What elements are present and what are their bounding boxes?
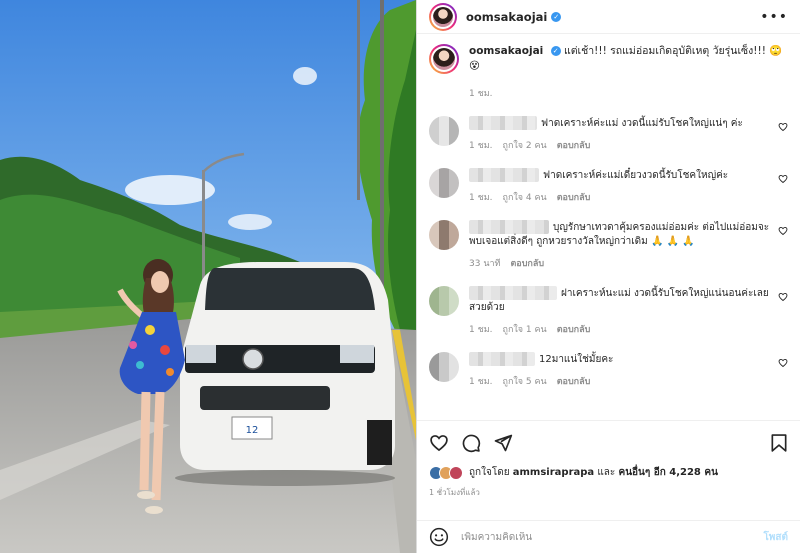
post-details-panel: oomsakaojai ✓ ••• oomsakaojai ✓ แต่เช้า!… [416, 0, 800, 553]
author-avatar[interactable] [429, 2, 457, 31]
comment-like-count[interactable]: ถูกใจ 2 คน [503, 138, 547, 152]
emoji-icon[interactable] [429, 527, 449, 547]
commenter-avatar[interactable] [429, 352, 459, 382]
share-send-icon[interactable] [493, 433, 513, 453]
likes-others-count[interactable]: คนอื่นๆ อีก 4,228 คน [619, 465, 718, 480]
commenter-avatar[interactable] [429, 286, 459, 316]
comment-item: ฟาดเคราะห์ค่ะแม่ งวดนี้แม่รับโชคใหญ่แน่ๆ… [429, 116, 788, 152]
more-options-icon[interactable]: ••• [760, 9, 788, 25]
commenter-username-blurred[interactable] [469, 286, 557, 300]
comment-list: ฟาดเคราะห์ค่ะแม่ งวดนี้แม่รับโชคใหญ่แน่ๆ… [429, 116, 788, 388]
comment-timestamp[interactable]: 1 ชม. [469, 374, 493, 388]
comment-input[interactable] [461, 531, 764, 543]
post-header: oomsakaojai ✓ ••• [417, 0, 800, 34]
comment-item: บุญรักษาเทวดาคุ้มครองแม่อ่อมค่ะ ต่อไปแม่… [429, 220, 788, 270]
comment-like-heart-icon[interactable] [778, 226, 788, 236]
caption-username[interactable]: oomsakaojai [469, 45, 543, 57]
instagram-post-modal: 12 oomsakaojai ✓ ••• oomsakaojai ✓ แต่เช… [0, 0, 800, 553]
comment-like-heart-icon[interactable] [778, 358, 788, 368]
comment-timestamp[interactable]: 33 นาที [469, 256, 500, 270]
comment-like-heart-icon[interactable] [778, 174, 788, 184]
post-comment-button[interactable]: โพสต์ [763, 530, 788, 545]
liker-username[interactable]: ammsiraprapa [513, 467, 594, 478]
comment-like-count[interactable]: ถูกใจ 4 คน [503, 190, 547, 204]
post-photo[interactable]: 12 [0, 0, 416, 553]
reply-button[interactable]: ตอบกลับ [557, 322, 591, 336]
caption-timestamp: 1 ชม. [469, 89, 493, 99]
verified-badge-icon: ✓ [551, 11, 562, 22]
reply-button[interactable]: ตอบกลับ [557, 138, 591, 152]
commenter-avatar[interactable] [429, 168, 459, 198]
reply-button[interactable]: ตอบกลับ [557, 374, 591, 388]
comment-like-count[interactable]: ถูกใจ 1 คน [503, 322, 547, 336]
liker-avatar[interactable] [449, 465, 463, 480]
commenter-username-blurred[interactable] [469, 220, 549, 234]
comment-text: 12มาแน่ใช่มั้ยคะ [539, 354, 614, 365]
comment-text: ฟาดเคราะห์ค่ะแม่ งวดนี้แม่รับโชคใหญ่แน่ๆ… [541, 118, 743, 129]
likes-prefix: ถูกใจโดย [469, 467, 510, 478]
license-plate-number: 12 [246, 425, 259, 436]
post-caption: oomsakaojai ✓ แต่เช้า!!! รถแม่อ่อมเกิดอุ… [429, 44, 788, 74]
comment-like-count[interactable]: ถูกใจ 5 คน [503, 374, 547, 388]
like-heart-icon[interactable] [429, 433, 449, 453]
comment-like-heart-icon[interactable] [778, 292, 788, 302]
likes-and: และ [597, 467, 616, 478]
post-timestamp[interactable]: 1 ชั่วโมงที่แล้ว [429, 486, 788, 499]
commenter-username-blurred[interactable] [469, 352, 535, 366]
reply-button[interactable]: ตอบกลับ [557, 190, 591, 204]
comment-timestamp[interactable]: 1 ชม. [469, 138, 493, 152]
commenter-avatar[interactable] [429, 116, 459, 146]
reply-button[interactable]: ตอบกลับ [510, 256, 544, 270]
bookmark-save-icon[interactable] [770, 433, 788, 453]
commenter-username-blurred[interactable] [469, 168, 539, 182]
likes-summary: ถูกใจโดย ammsiraprapa และ คนอื่นๆ อีก 4,… [429, 465, 788, 480]
comment-timestamp[interactable]: 1 ชม. [469, 322, 493, 336]
caption-author-avatar[interactable] [429, 44, 459, 74]
comments-section[interactable]: oomsakaojai ✓ แต่เช้า!!! รถแม่อ่อมเกิดอุ… [417, 34, 800, 420]
post-actions: ถูกใจโดย ammsiraprapa และ คนอื่นๆ อีก 4,… [417, 420, 800, 533]
comment-bubble-icon[interactable] [461, 433, 481, 453]
commenter-username-blurred[interactable] [469, 116, 537, 130]
verified-badge-icon: ✓ [550, 46, 561, 56]
comment-like-heart-icon[interactable] [778, 122, 788, 132]
author-username[interactable]: oomsakaojai [466, 10, 547, 24]
comment-item: ฝาเคราะห์นะแม่ งวดนี้รับโชคใหญ่แน่นอนค่ะ… [429, 286, 788, 336]
comment-item: 12มาแน่ใช่มั้ยคะ 1 ชม. ถูกใจ 5 คน ตอบกลับ [429, 352, 788, 388]
commenter-avatar[interactable] [429, 220, 459, 250]
comment-timestamp[interactable]: 1 ชม. [469, 190, 493, 204]
comment-item: ฟาดเคราะห์ค่ะแม่เดี๋ยวงวดนี้รับโชคใหญ่ค่… [429, 168, 788, 204]
add-comment-bar: โพสต์ [417, 520, 800, 553]
photo-illustration: 12 [0, 0, 416, 553]
liker-avatars[interactable] [429, 465, 463, 480]
comment-text: ฟาดเคราะห์ค่ะแม่เดี๋ยวงวดนี้รับโชคใหญ่ค่… [543, 170, 729, 181]
